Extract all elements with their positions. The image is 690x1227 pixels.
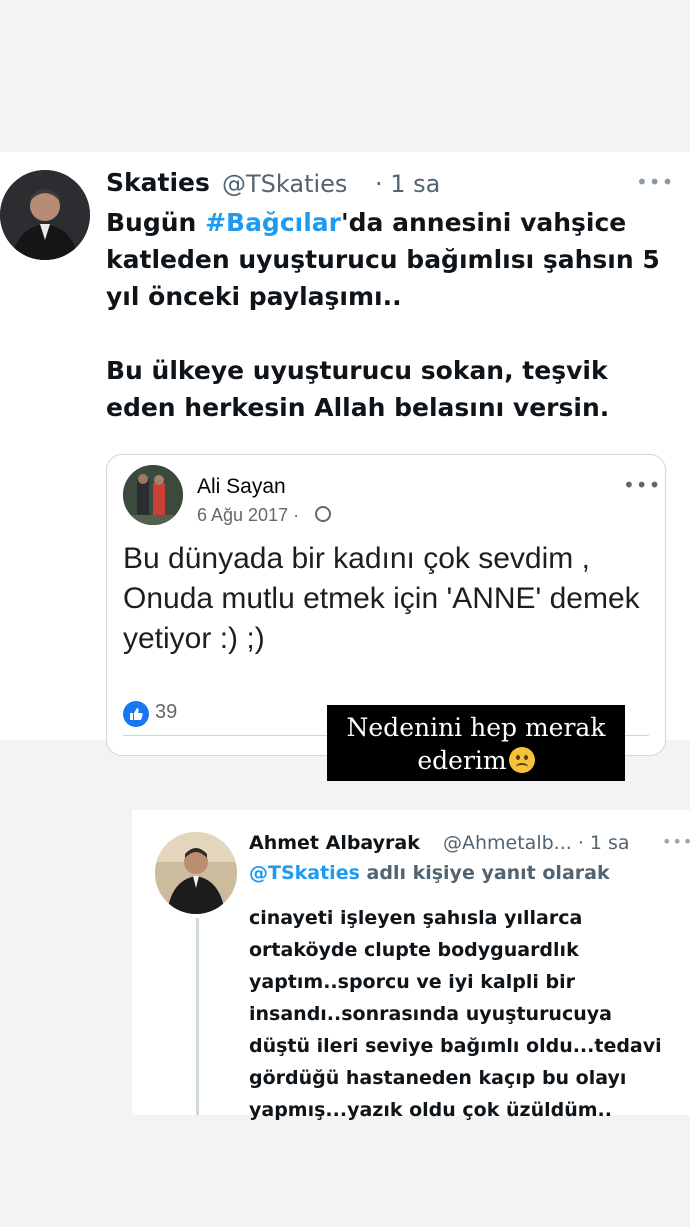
- reply-text: cinayeti işleyen şahısla yıllarca ortakö…: [249, 907, 662, 1121]
- timestamp[interactable]: · 1 sa: [375, 170, 440, 198]
- thread-line: [196, 918, 199, 1115]
- caption-line-1: Nedenini hep merak: [346, 713, 606, 742]
- hashtag-link[interactable]: #Bağcılar: [205, 208, 341, 237]
- replying-to-suffix: adlı kişiye yanıt olarak: [359, 862, 610, 884]
- globe-icon: [315, 506, 331, 522]
- mention-link[interactable]: @TSkaties: [249, 862, 360, 884]
- fb-post-date: 6 Ağu 2017 ·: [197, 505, 300, 525]
- replying-to: @TSkaties adlı kişiye yanıt olarak: [249, 862, 610, 884]
- like-icon: [123, 701, 149, 727]
- fb-author-avatar: [123, 465, 183, 525]
- tweet-text-paragraph: Bu ülkeye uyuşturucu sokan, teşvik eden …: [106, 356, 610, 422]
- reply-author-handle[interactable]: @Ahmetalb... · 1 sa: [443, 832, 630, 854]
- tweet-text: Bugün #Bağcılar'da annesini vahşice katl…: [106, 204, 676, 426]
- author-name[interactable]: Skaties: [106, 168, 210, 197]
- story-caption: Nedenini hep merak ederim: [327, 705, 625, 781]
- reply-more-options-icon[interactable]: •••: [662, 832, 690, 851]
- fb-more-options-icon: •••: [623, 473, 662, 497]
- reply-tweet-card: Ahmet Albayrak @Ahmetalb... · 1 sa ••• @…: [132, 810, 690, 1121]
- caption-text: Nedenini hep merak ederim: [327, 711, 625, 777]
- author-handle[interactable]: @TSkaties: [222, 170, 347, 198]
- tweet-card: Skaties @TSkaties · 1 sa ••• Bugün #Bağc…: [0, 152, 690, 756]
- reply-author-name[interactable]: Ahmet Albayrak: [249, 832, 420, 854]
- more-options-icon[interactable]: •••: [636, 170, 674, 194]
- sad-face-icon: [508, 747, 535, 773]
- fb-post-text: Bu dünyada bir kadını çok sevdim , Onuda…: [123, 542, 640, 655]
- user-avatar[interactable]: [0, 170, 90, 260]
- fb-author-name: Ali Sayan: [197, 475, 286, 498]
- tweet-text-part: Bugün: [106, 208, 206, 237]
- like-count: 39: [155, 701, 178, 723]
- caption-line-2: ederim: [417, 746, 507, 775]
- reply-user-avatar[interactable]: [155, 832, 237, 914]
